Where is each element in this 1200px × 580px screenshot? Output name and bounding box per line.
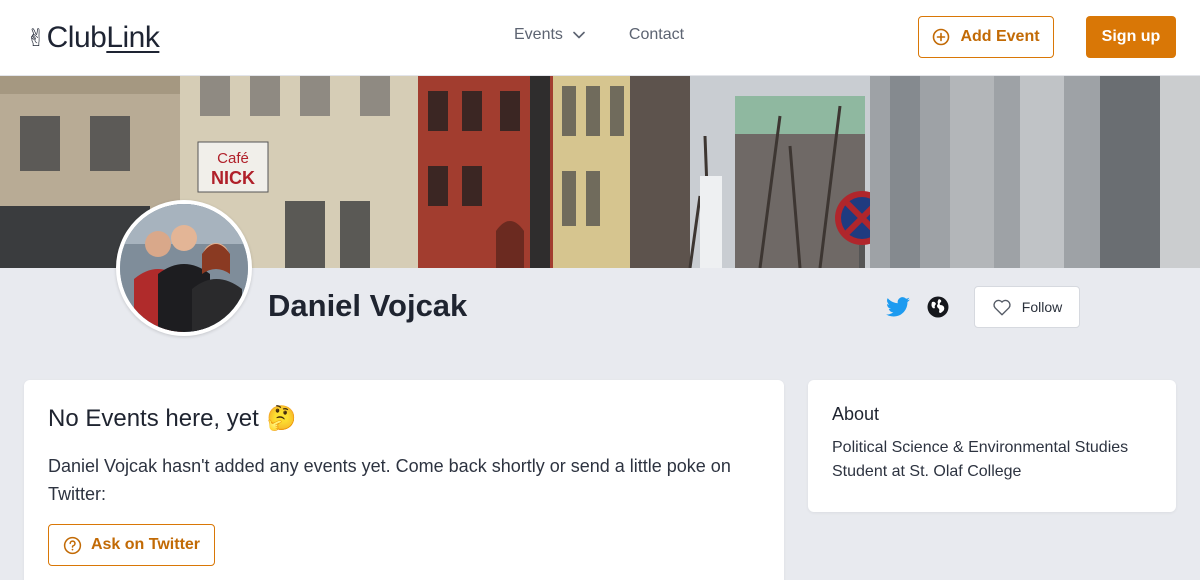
add-event-label: Add Event	[960, 28, 1040, 45]
follow-label: Follow	[1021, 299, 1063, 315]
cafe-sign-line1: Café	[217, 150, 249, 167]
add-event-button[interactable]: Add Event	[918, 16, 1054, 58]
twitter-profile-link[interactable]	[884, 294, 912, 320]
thinking-face-icon: 🤔	[266, 405, 297, 432]
chevron-down-icon	[573, 31, 585, 39]
question-circle-icon	[63, 536, 82, 554]
ask-on-twitter-button[interactable]: Ask on Twitter	[48, 524, 215, 566]
logo-text-link: Link	[106, 21, 160, 54]
nav-events-dropdown[interactable]: Events	[514, 26, 585, 44]
site-header: ✌ Club Link Events Contact Add Event Sign …	[0, 0, 1200, 76]
no-events-message: Daniel Vojcak hasn't added any events ye…	[48, 456, 731, 504]
logo[interactable]: ✌ Club Link	[26, 20, 160, 56]
logo-text-club: Club	[46, 21, 107, 54]
victory-hand-icon: ✌	[26, 24, 46, 52]
events-title-text: No Events here, yet	[48, 404, 259, 432]
events-card: No Events here, yet 🤔 Daniel Vojcak hasn…	[24, 380, 784, 580]
about-card: About Political Science & Environmental …	[808, 380, 1176, 512]
about-text: Political Science & Environmental Studie…	[832, 439, 1129, 480]
about-heading: About	[832, 404, 880, 424]
profile-name: Daniel Vojcak	[268, 288, 468, 323]
globe-icon	[927, 296, 949, 318]
plus-circle-icon	[933, 28, 950, 46]
main-nav: Events Contact	[514, 26, 684, 44]
avatar-photo	[120, 204, 248, 332]
website-link[interactable]	[926, 294, 950, 320]
ask-on-twitter-label: Ask on Twitter	[90, 536, 201, 553]
heart-icon	[993, 299, 1011, 316]
follow-button[interactable]: Follow	[974, 286, 1080, 328]
cafe-sign-line2: NICK	[211, 168, 255, 188]
events-heading: No Events here, yet 🤔	[48, 404, 297, 433]
sign-up-button[interactable]: Sign up	[1086, 16, 1176, 58]
nav-events-label: Events	[514, 26, 563, 43]
twitter-icon	[886, 297, 910, 317]
nav-contact-link[interactable]: Contact	[629, 26, 684, 44]
profile-avatar	[116, 200, 252, 336]
